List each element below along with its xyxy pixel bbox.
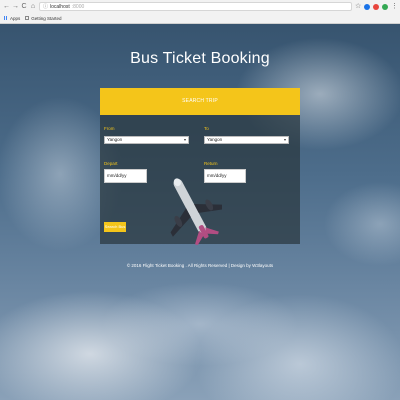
menu-icon[interactable]: ⋮	[391, 0, 398, 13]
from-select-value: Yangon	[107, 137, 123, 142]
return-date-input[interactable]: mm/dd/yy	[204, 169, 246, 183]
from-label: From	[104, 126, 115, 131]
return-label: Return	[204, 161, 218, 166]
to-select[interactable]: Yangon ▾	[204, 136, 289, 144]
forward-icon[interactable]: →	[12, 0, 19, 13]
apps-grid-icon	[4, 16, 8, 20]
url-host: localhost	[50, 3, 70, 10]
extension-icon-3[interactable]	[382, 3, 388, 10]
extension-icon-1[interactable]	[364, 3, 370, 10]
home-icon[interactable]: ⌂	[30, 0, 36, 13]
bookmark-apps[interactable]: Apps	[4, 16, 20, 21]
address-bar[interactable]: ⓘ localhost:8000	[39, 2, 352, 11]
chevron-down-icon: ▾	[283, 137, 286, 142]
bookmark-apps-label: Apps	[10, 15, 21, 21]
url-port: :8000	[71, 3, 85, 10]
depart-label: Depart	[104, 161, 118, 166]
star-icon[interactable]: ☆	[355, 0, 361, 13]
to-select-value: Yangon	[207, 137, 223, 142]
chevron-down-icon: ▾	[183, 137, 186, 142]
browser-chrome: ← → C ⌂ ⓘ localhost:8000 ☆ ⋮ Apps Gettin…	[0, 0, 400, 24]
search-bus-button[interactable]: Search Bus	[104, 222, 126, 232]
depart-date-placeholder: mm/dd/yy	[107, 173, 127, 178]
bookmark-page-icon	[25, 16, 30, 20]
from-select[interactable]: Yangon ▾	[104, 136, 189, 144]
bookmarks-bar: Apps Getting Started	[0, 13, 400, 23]
page-title: Bus Ticket Booking	[130, 50, 270, 67]
return-date-placeholder: mm/dd/yy	[207, 173, 227, 178]
depart-date-input[interactable]: mm/dd/yy	[104, 169, 147, 183]
extension-icon-2[interactable]	[373, 3, 379, 10]
back-icon[interactable]: ←	[3, 0, 10, 13]
search-trip-header: SEARCH TRIP	[100, 88, 300, 115]
bookmark-getting-started-label: Getting Started	[31, 15, 62, 21]
to-label: To	[204, 126, 209, 131]
footer-copyright: © 2016 Flight Ticket Booking . All Right…	[126, 263, 274, 268]
address-row: ← → C ⌂ ⓘ localhost:8000 ☆ ⋮	[0, 0, 400, 13]
info-icon[interactable]: ⓘ	[43, 3, 48, 11]
reload-icon[interactable]: C	[21, 0, 27, 13]
bookmark-getting-started[interactable]: Getting Started	[25, 15, 62, 21]
